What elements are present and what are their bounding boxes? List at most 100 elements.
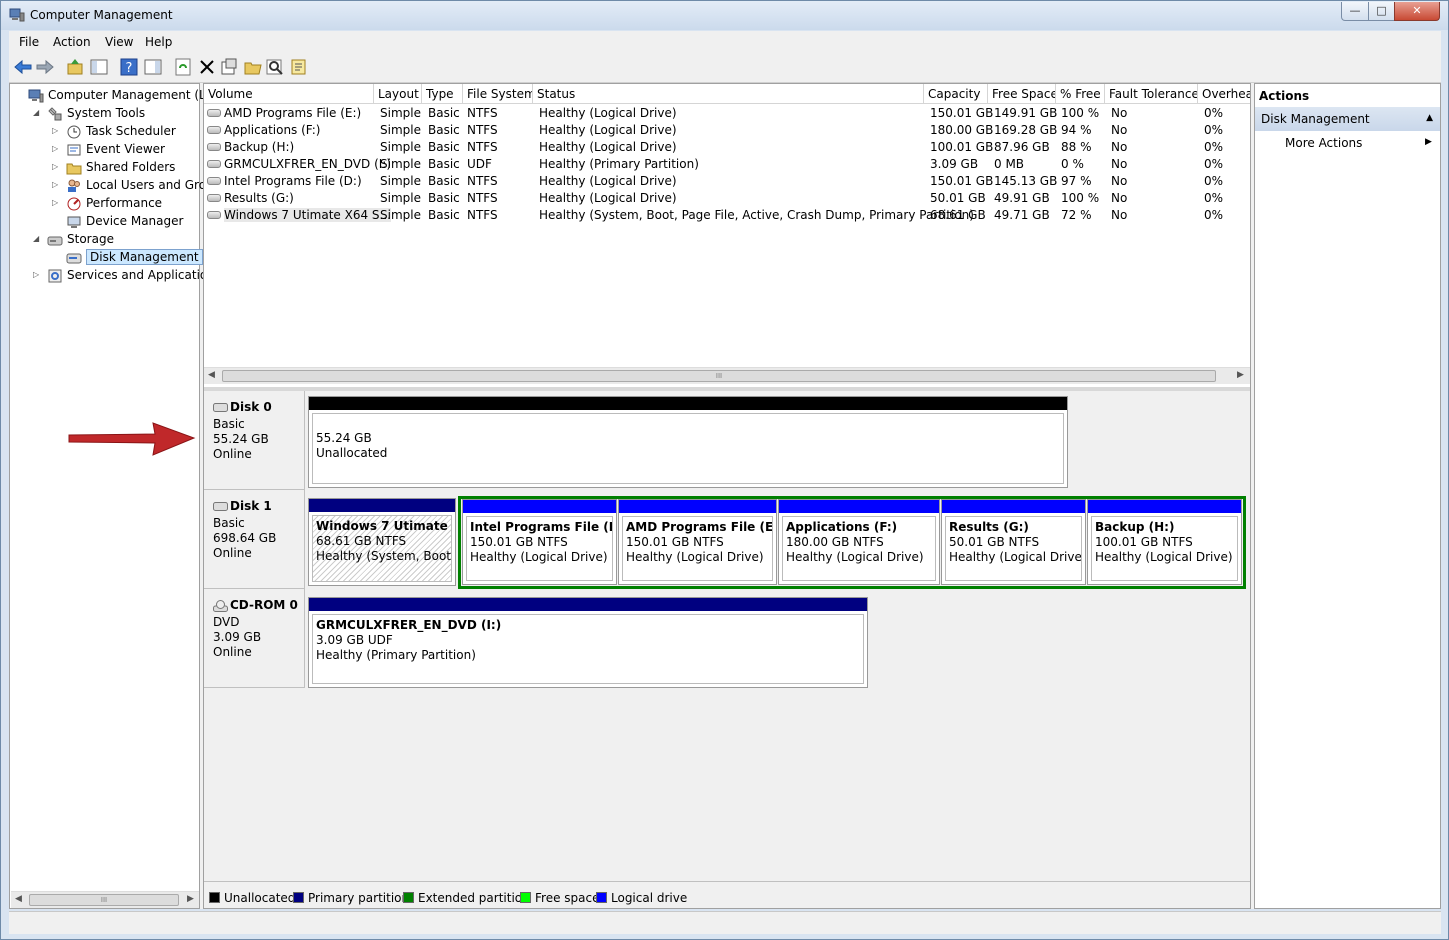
forward-icon[interactable] — [35, 57, 55, 77]
menu-action[interactable]: Action — [53, 35, 91, 49]
delete-icon[interactable] — [197, 57, 217, 77]
col-status[interactable]: Status — [533, 84, 924, 104]
col-capacity[interactable]: Capacity — [924, 84, 988, 104]
cell-fault-tolerance: No — [1111, 208, 1128, 222]
volume-horizontal-scrollbar[interactable]: ◀ III ▶ — [204, 367, 1250, 384]
expander-icon[interactable]: ▷ — [52, 198, 58, 207]
col-file-system[interactable]: File System — [463, 84, 533, 104]
legend-swatch — [520, 892, 531, 903]
up-icon[interactable] — [65, 57, 85, 77]
col-volume[interactable]: Volume — [204, 84, 374, 104]
show-hide-tree-icon[interactable] — [89, 57, 109, 77]
col-fault-tolerance[interactable]: Fault Tolerance — [1105, 84, 1198, 104]
cdrom-0-title: CD-ROM 0 — [213, 598, 298, 612]
cell-type: Basic — [428, 123, 460, 137]
col-type[interactable]: Type — [422, 84, 463, 104]
cell-type: Basic — [428, 106, 460, 120]
partition-backup[interactable]: Backup (H:) 100.01 GB NTFS Healthy (Logica… — [1087, 499, 1242, 585]
scroll-right-icon[interactable]: ▶ — [1237, 370, 1244, 380]
col-overhead[interactable]: Overhea — [1198, 84, 1250, 104]
menu-help[interactable]: Help — [145, 35, 172, 49]
collapse-icon[interactable]: ▲ — [1426, 113, 1433, 123]
table-row[interactable]: GRMCULXFRER_EN_DVD (I:) Simple Basic UDF Hea… — [204, 156, 1250, 173]
menu-bar: File Action View Help — [9, 31, 1441, 53]
cell-file-system: NTFS — [467, 123, 498, 137]
scroll-right-icon[interactable]: ▶ — [187, 894, 194, 904]
scroll-thumb[interactable]: III — [222, 370, 1216, 382]
open-icon[interactable] — [243, 57, 263, 77]
menu-file[interactable]: File — [19, 35, 39, 49]
expander-icon[interactable]: ▷ — [33, 270, 39, 279]
disk-0-unallocated[interactable]: 55.24 GB Unallocated — [308, 396, 1068, 488]
expander-icon[interactable]: ▷ — [52, 126, 58, 135]
properties-pane-icon[interactable] — [143, 57, 163, 77]
cell-overhea: 0% — [1204, 123, 1224, 137]
close-button[interactable]: ✕ — [1394, 2, 1440, 21]
svg-text:?: ? — [126, 61, 133, 76]
partition-name: Backup (H:) — [1095, 520, 1175, 534]
tools-icon — [48, 107, 62, 121]
partition-status: Healthy (Logical Drive) — [786, 550, 924, 564]
table-row[interactable]: Results (G:) Simple Basic NTFS Healthy (Logi… — [204, 190, 1250, 207]
table-row[interactable]: AMD Programs File (E:) Simple Basic NTFS Hea… — [204, 105, 1250, 122]
table-row[interactable]: Intel Programs File (D:) Simple Basic NTFS H… — [204, 173, 1250, 190]
title-bar[interactable]: Computer Management — □ ✕ — [1, 1, 1448, 30]
table-row[interactable]: Windows 7 Utimate X64 S... Simple Basic NTF… — [204, 207, 1250, 224]
menu-view[interactable]: View — [105, 35, 133, 49]
main-window: Computer Management — □ ✕ File Action Vi… — [0, 0, 1449, 940]
partition-windows7[interactable]: Windows 7 Utimate X64 68.61 GB NTFS Heal… — [308, 498, 456, 586]
refresh-icon[interactable] — [173, 57, 193, 77]
minimize-button[interactable]: — — [1341, 2, 1369, 21]
export-icon[interactable] — [289, 57, 309, 77]
expander-icon[interactable]: ▷ — [52, 180, 58, 189]
expander-icon[interactable]: ▷ — [52, 144, 58, 153]
cdrom-0-label[interactable]: CD-ROM 0 DVD 3.09 GB Online — [204, 589, 305, 688]
expander-icon[interactable]: ▷ — [52, 162, 58, 171]
col-layout[interactable]: Layout — [374, 84, 422, 104]
col-percent-free[interactable]: % Free — [1056, 84, 1105, 104]
tree-item-label: Services and Applications — [67, 268, 222, 282]
red-arrow-annotation — [68, 422, 196, 456]
table-row[interactable]: Applications (F:) Simple Basic NTFS Healthy … — [204, 122, 1250, 139]
disk-layout-view: Disk 0 Basic 55.24 GB Online 55.24 GB Un… — [204, 391, 1250, 881]
more-actions[interactable]: More Actions ▶ — [1285, 136, 1432, 150]
partition-intel[interactable]: Intel Programs File (D:)150.01 GB NTFSHe… — [462, 499, 617, 585]
hard-disk-icon — [213, 502, 228, 511]
search-icon[interactable] — [265, 57, 285, 77]
expanded-icon[interactable]: ◢ — [33, 234, 39, 243]
expanded-icon[interactable]: ◢ — [33, 108, 39, 117]
disk-1-label[interactable]: Disk 1 Basic 698.64 GB Online — [204, 490, 305, 589]
table-row[interactable]: Backup (H:) Simple Basic NTFS Healthy (Logic… — [204, 139, 1250, 156]
tree-item-label: System Tools — [67, 106, 146, 120]
disk-0-label[interactable]: Disk 0 Basic 55.24 GB Online — [204, 391, 305, 490]
tree-horizontal-scrollbar[interactable]: ◀ III ▶ — [11, 891, 199, 908]
maximize-button[interactable]: □ — [1368, 2, 1395, 21]
help-icon[interactable]: ? — [119, 57, 139, 77]
disk-icon — [66, 253, 82, 264]
cell-type: Basic — [428, 191, 460, 205]
properties-icon[interactable] — [219, 57, 239, 77]
partition-size: 150.01 GB NTFS — [470, 535, 568, 549]
actions-section-disk-management[interactable]: Disk Management ▲ — [1255, 107, 1440, 131]
volume-icon — [207, 126, 221, 134]
disk-0-title: Disk 0 — [213, 400, 272, 414]
partition-dvd[interactable]: GRMCULXFRER_EN_DVD (I:) 3.09 GB UDF Health… — [308, 597, 868, 688]
partition-results[interactable]: Results (G:) 50.01 GB NTFS Healthy (Logica… — [941, 499, 1086, 585]
cdrom-0-type: DVD — [213, 615, 240, 629]
scroll-thumb[interactable]: III — [29, 894, 179, 906]
cell-overhea: 0% — [1204, 106, 1224, 120]
actions-header: Actions — [1255, 84, 1440, 105]
cell-overhea: 0% — [1204, 191, 1224, 205]
partition-size: 150.01 GB NTFS — [626, 535, 724, 549]
partition-applications[interactable]: Applications (F:) 180.00 GB NTFS Healthy (… — [778, 499, 940, 585]
cell--free: 88 % — [1061, 140, 1092, 154]
volume-icon — [207, 109, 221, 117]
back-icon[interactable] — [13, 57, 33, 77]
logical-drive-bar — [463, 500, 616, 513]
scroll-left-icon[interactable]: ◀ — [208, 370, 215, 380]
scroll-left-icon[interactable]: ◀ — [15, 894, 22, 904]
cell-fault-tolerance: No — [1111, 191, 1128, 205]
partition-name: Applications (F:) — [786, 520, 898, 534]
col-free-space[interactable]: Free Space — [988, 84, 1056, 104]
partition-amd[interactable]: AMD Programs File (E:) 150.01 GB NTFS Heal… — [618, 499, 777, 585]
